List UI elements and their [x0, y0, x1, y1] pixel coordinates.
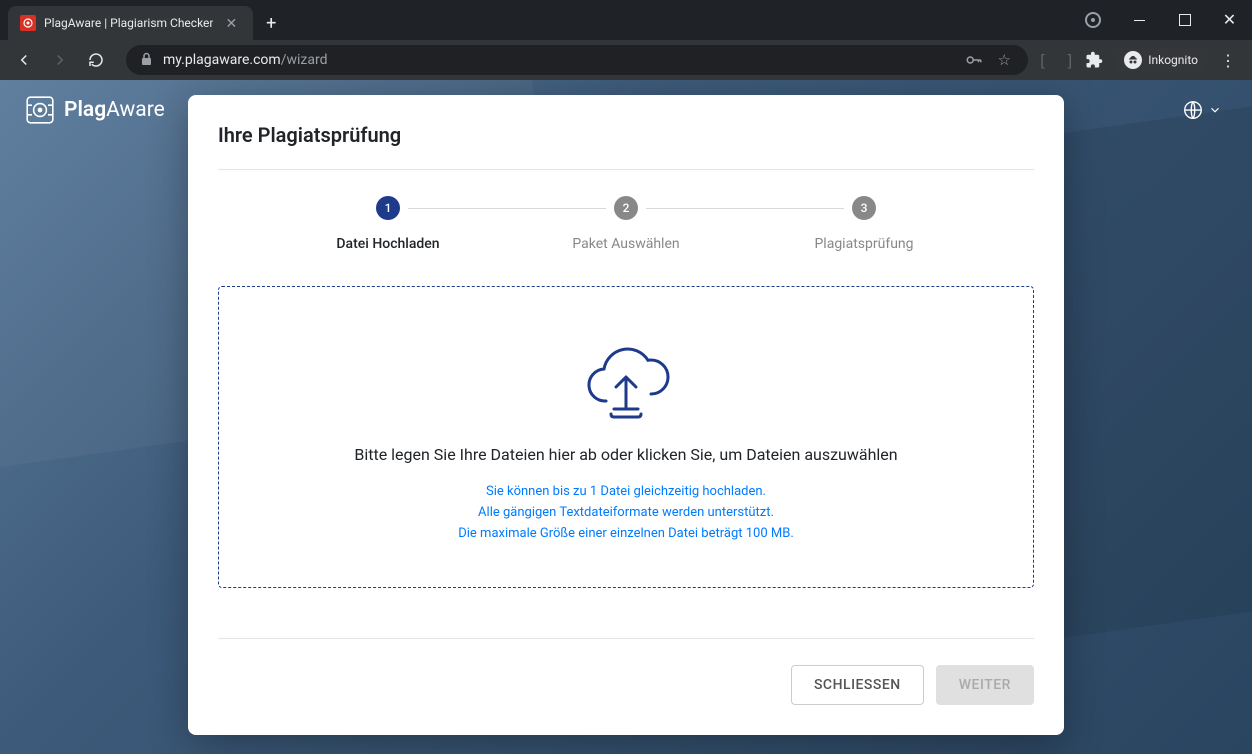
close-button[interactable]: SCHLIESSEN [791, 665, 924, 705]
incognito-icon [1124, 51, 1142, 69]
step-label: Plagiatsprüfung [814, 236, 913, 252]
brackets-icon[interactable]: [ ] [1042, 44, 1074, 76]
incognito-label: Inkognito [1148, 53, 1198, 67]
window-close-button[interactable]: ✕ [1207, 0, 1252, 40]
nav-reload-button[interactable] [80, 44, 112, 76]
url-text: my.plagaware.com/wizard [163, 52, 327, 68]
window-titlebar: PlagAware | Plagiarism Checker ✕ + ✕ [0, 0, 1252, 40]
step-number: 3 [852, 196, 876, 220]
step-1[interactable]: 1 Datei Hochladen [298, 196, 478, 252]
divider [218, 638, 1034, 639]
page-background: PlagAware Ihre Plagiatsprüfung 1 Datei H… [0, 80, 1252, 754]
modal-title: Ihre Plagiatsprüfung [218, 123, 1034, 147]
extensions-icon[interactable] [1078, 44, 1110, 76]
tab-close-icon[interactable]: ✕ [221, 13, 241, 34]
bookmark-star-icon[interactable]: ☆ [994, 51, 1014, 69]
browser-toolbar: my.plagaware.com/wizard ☆ [ ] Inkognito … [0, 40, 1252, 80]
step-3: 3 Plagiatsprüfung [774, 196, 954, 252]
cloud-upload-icon [576, 329, 676, 429]
step-label: Datei Hochladen [336, 236, 439, 252]
dropzone-sub-text: Sie können bis zu 1 Datei gleichzeitig h… [458, 482, 794, 544]
browser-tab[interactable]: PlagAware | Plagiarism Checker ✕ [8, 6, 253, 40]
window-controls: ✕ [1117, 0, 1252, 40]
globe-icon [1182, 99, 1204, 121]
window-maximize-button[interactable] [1162, 0, 1207, 40]
divider [218, 169, 1034, 170]
language-button[interactable] [1176, 93, 1228, 127]
incognito-badge[interactable]: Inkognito [1114, 47, 1208, 73]
menu-icon[interactable]: ⋮ [1212, 44, 1244, 76]
address-bar[interactable]: my.plagaware.com/wizard ☆ [126, 45, 1028, 75]
favicon-icon [20, 15, 36, 31]
brand-text: PlagAware [64, 98, 165, 122]
step-2: 2 Paket Auswählen [536, 196, 716, 252]
step-label: Paket Auswählen [572, 236, 679, 252]
brand-logo-icon [24, 94, 56, 126]
nav-forward-button[interactable] [44, 44, 76, 76]
window-minimize-button[interactable] [1117, 0, 1162, 40]
modal-footer: SCHLIESSEN WEITER [218, 665, 1034, 705]
lock-icon [140, 52, 153, 69]
chevron-down-icon [1208, 103, 1222, 117]
wizard-modal: Ihre Plagiatsprüfung 1 Datei Hochladen 2… [188, 95, 1064, 735]
wizard-stepper: 1 Datei Hochladen 2 Paket Auswählen 3 Pl… [218, 196, 1034, 252]
new-tab-button[interactable]: + [257, 6, 285, 40]
dropzone-main-text: Bitte legen Sie Ihre Dateien hier ab ode… [354, 445, 897, 464]
nav-back-button[interactable] [8, 44, 40, 76]
file-dropzone[interactable]: Bitte legen Sie Ihre Dateien hier ab ode… [218, 286, 1034, 588]
next-button: WEITER [936, 665, 1034, 705]
brand-logo[interactable]: PlagAware [24, 94, 165, 126]
step-number: 1 [376, 196, 400, 220]
profile-icon[interactable] [1085, 12, 1101, 28]
key-icon[interactable] [964, 51, 984, 69]
tab-title: PlagAware | Plagiarism Checker [44, 16, 213, 30]
step-number: 2 [614, 196, 638, 220]
